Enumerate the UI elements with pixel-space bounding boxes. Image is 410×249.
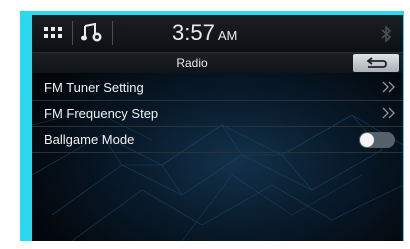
ballgame-mode-toggle[interactable] [359,132,395,148]
menu-item-fm-frequency-step[interactable]: FM Frequency Step [32,101,403,127]
divider [112,21,113,45]
bluetooth-icon [381,25,392,43]
head-unit-screen: 3:57 AM Radio FM Tuner Setting FM Frequen… [32,15,403,241]
double-chevron-right-icon [382,81,395,93]
page-title: Radio [176,56,208,70]
double-chevron-right-icon [382,107,395,119]
apps-button[interactable] [38,19,68,47]
music-note-icon [81,23,102,42]
grid-icon [44,27,62,38]
clock-time: 3:57 [172,20,215,45]
status-bar: 3:57 AM [32,15,403,53]
menu-item-label: FM Tuner Setting [44,80,144,95]
back-button[interactable] [353,54,399,72]
back-arrow-icon [366,57,387,68]
title-bar: Radio [32,53,403,73]
menu-item-label: Ballgame Mode [44,132,135,147]
music-source-button[interactable] [76,19,108,47]
divider [72,21,73,45]
clock-ampm: AM [217,28,238,43]
toggle-knob [360,133,374,147]
menu-item-label: FM Frequency Step [44,106,159,121]
menu-item-ballgame-mode[interactable]: Ballgame Mode [32,127,403,153]
menu-item-fm-tuner-setting[interactable]: FM Tuner Setting [32,75,403,101]
clock: 3:57 AM [172,17,322,49]
